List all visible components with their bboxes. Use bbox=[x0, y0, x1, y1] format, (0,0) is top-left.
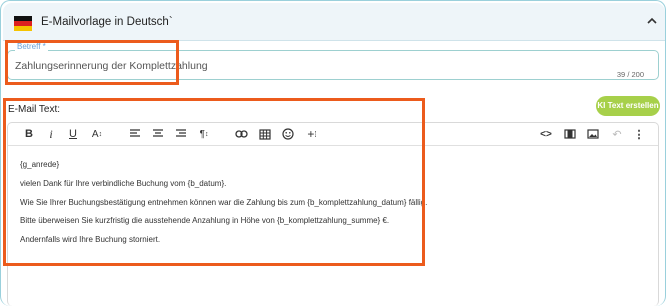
code-icon[interactable]: <> bbox=[539, 127, 553, 141]
accordion-header[interactable]: E-Mailvorlage in Deutsch` bbox=[3, 3, 665, 41]
undo-icon[interactable]: ↶ bbox=[610, 127, 624, 141]
ai-generate-button[interactable]: KI Text erstellen bbox=[596, 96, 660, 116]
german-flag-icon bbox=[14, 16, 32, 31]
email-text-highlight-frame bbox=[3, 98, 425, 266]
accordion-title: E-Mailvorlage in Deutsch` bbox=[41, 16, 173, 28]
video-icon[interactable] bbox=[563, 127, 577, 141]
more-icon[interactable]: ⋮ bbox=[632, 127, 646, 141]
subject-highlight-frame bbox=[5, 40, 179, 85]
image-icon[interactable] bbox=[586, 127, 600, 141]
chevron-up-icon[interactable] bbox=[647, 14, 657, 28]
character-counter: 39 / 200 bbox=[616, 70, 644, 79]
